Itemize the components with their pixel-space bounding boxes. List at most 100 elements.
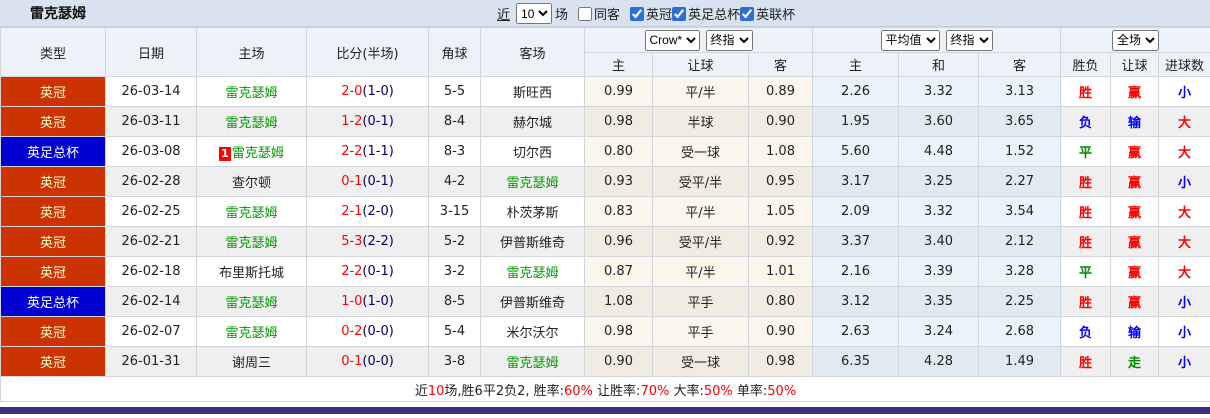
score-cell: 0-1(0-0) — [306, 346, 429, 377]
match-row: 英冠 26-03-11 雷克瑟姆 1-2(0-1) 8-4 赫尔城 0.98 半… — [0, 106, 1210, 137]
odds-group-header: Crow* 终指 — [583, 27, 814, 53]
footer-stat-segment: 大率: — [669, 383, 704, 399]
match-history-table: 类型 日期 主场 比分(半场) 角球 客场 Crow* 终指 平均值 终指 全场… — [0, 27, 1210, 402]
halftime-score: (0-1) — [362, 264, 394, 279]
home-team-cell: 谢周三 — [196, 346, 307, 377]
score-cell: 1-2(0-1) — [306, 106, 429, 137]
result-goals-cell: 大 — [1158, 106, 1210, 137]
date-cell: 26-02-14 — [105, 286, 197, 317]
date-cell: 26-01-31 — [105, 346, 197, 377]
avg-home-cell: 3.12 — [812, 286, 900, 317]
league-filter-championship[interactable]: 英冠 — [630, 4, 672, 23]
odds-away-cell: 0.90 — [747, 106, 814, 137]
odds-away-cell: 1.08 — [747, 136, 814, 167]
fulltime-score: 5-3 — [341, 234, 363, 249]
away-team-cell: 伊普斯维奇 — [480, 286, 585, 317]
footer-stat-segment: 近 — [414, 383, 428, 399]
same-away-checkbox[interactable] — [578, 6, 593, 21]
result-handicap-cell: 赢 — [1110, 286, 1160, 317]
home-team-name: 布里斯托城 — [218, 266, 284, 281]
fulltime-score: 2-0 — [341, 84, 363, 99]
avg-draw-cell: 4.28 — [898, 346, 980, 377]
result-wdl-cell: 胜 — [1060, 346, 1112, 377]
home-team-cell: 雷克瑟姆 — [196, 106, 307, 137]
avg-away-cell: 1.49 — [978, 346, 1062, 377]
avg-home-cell: 2.09 — [812, 196, 900, 227]
away-team-name: 雷克瑟姆 — [506, 266, 559, 281]
col-header-avg-draw: 和 — [898, 52, 980, 77]
avg-away-cell: 2.25 — [978, 286, 1062, 317]
col-header-odds-home: 主 — [584, 52, 653, 77]
handicap-cell: 平/半 — [652, 196, 749, 227]
match-count-select[interactable]: 10 — [516, 3, 553, 24]
league-filter-facup[interactable]: 英足总杯 — [672, 4, 740, 23]
away-team-name: 米尔沃尔 — [506, 326, 559, 341]
result-wdl-cell: 胜 — [1060, 166, 1112, 197]
league-checkbox[interactable] — [672, 6, 687, 21]
odds-away-cell: 0.95 — [747, 166, 814, 197]
avg-stage-select[interactable]: 终指 — [945, 29, 993, 51]
corners-cell: 3-2 — [428, 256, 481, 287]
summary-row: 近10场,胜6平2负2, 胜率:60% 让胜率:70% 大率:50% 单率:50… — [0, 376, 1210, 402]
home-team-name: 雷克瑟姆 — [225, 236, 278, 251]
away-team-cell: 斯旺西 — [480, 76, 585, 107]
match-row: 英足总杯 26-03-08 1 雷克瑟姆 2-2(1-1) 8-3 切尔西 0.8… — [0, 136, 1210, 167]
odds-company-select[interactable]: Crow* — [644, 29, 700, 51]
footer-stat-segment: 10 — [427, 383, 445, 399]
home-team-name: 雷克瑟姆 — [231, 146, 284, 161]
avg-away-cell: 1.52 — [978, 136, 1062, 167]
home-team-name: 雷克瑟姆 — [225, 116, 278, 131]
odds-away-cell: 0.98 — [747, 346, 814, 377]
col-header-home: 主场 — [196, 27, 307, 77]
score-cell: 2-1(2-0) — [306, 196, 429, 227]
result-goals-cell: 大 — [1158, 256, 1210, 287]
footer-stat-segment: 50% — [703, 383, 733, 399]
avg-draw-cell: 3.32 — [898, 76, 980, 107]
league-filter-eflcup[interactable]: 英联杯 — [740, 4, 795, 23]
avg-home-cell: 1.95 — [812, 106, 900, 137]
league-checkbox[interactable] — [630, 6, 645, 21]
corners-cell: 8-4 — [428, 106, 481, 137]
date-cell: 26-02-21 — [105, 226, 197, 257]
odds-home-cell: 1.08 — [584, 286, 653, 317]
result-goals-cell: 小 — [1158, 76, 1210, 107]
league-cell: 英冠 — [0, 256, 106, 287]
match-row: 英冠 26-02-25 雷克瑟姆 2-1(2-0) 3-15 朴茨茅斯 0.83… — [0, 196, 1210, 227]
result-handicap-cell: 赢 — [1110, 226, 1160, 257]
away-team-name: 伊普斯维奇 — [499, 296, 565, 311]
halftime-score: (0-0) — [362, 324, 394, 339]
col-header-away: 客场 — [480, 27, 585, 77]
result-wdl-cell: 胜 — [1060, 196, 1112, 227]
footer-stat-segment: 让胜率: — [592, 383, 641, 399]
corners-cell: 5-4 — [428, 316, 481, 347]
corners-cell: 4-2 — [428, 166, 481, 197]
avg-draw-cell: 3.60 — [898, 106, 980, 137]
avg-company-select[interactable]: 平均值 — [880, 29, 940, 51]
corners-cell: 8-3 — [428, 136, 481, 167]
away-team-cell: 伊普斯维奇 — [480, 226, 585, 257]
match-row: 英冠 26-02-28 查尔顿 0-1(0-1) 4-2 雷克瑟姆 0.93 受… — [0, 166, 1210, 197]
league-checkbox[interactable] — [740, 6, 755, 21]
avg-draw-cell: 4.48 — [898, 136, 980, 167]
col-header-odds-away: 客 — [747, 52, 814, 77]
recent-link[interactable]: 近 — [497, 4, 510, 23]
odds-stage-select[interactable]: 终指 — [705, 29, 753, 51]
league-cell: 英冠 — [0, 316, 106, 347]
home-team-cell: 查尔顿 — [196, 166, 307, 197]
away-team-name: 雷克瑟姆 — [506, 356, 559, 371]
avg-away-cell: 2.68 — [978, 316, 1062, 347]
footer-stat-segment: 70% — [640, 383, 670, 399]
home-team-name: 查尔顿 — [231, 176, 271, 191]
same-away-filter[interactable]: 同客 — [578, 4, 620, 23]
result-handicap-cell: 赢 — [1110, 196, 1160, 227]
result-wdl-cell: 负 — [1060, 316, 1112, 347]
result-scope-select[interactable]: 全场 — [1112, 29, 1160, 51]
odds-home-cell: 0.90 — [584, 346, 653, 377]
score-cell: 2-0(1-0) — [306, 76, 429, 107]
league-label: 英冠 — [646, 8, 673, 23]
odds-home-cell: 0.80 — [584, 136, 653, 167]
handicap-cell: 平手 — [652, 316, 749, 347]
away-team-name: 朴茨茅斯 — [506, 206, 559, 221]
fulltime-score: 1-0 — [341, 294, 363, 309]
halftime-score: (0-0) — [362, 354, 394, 369]
